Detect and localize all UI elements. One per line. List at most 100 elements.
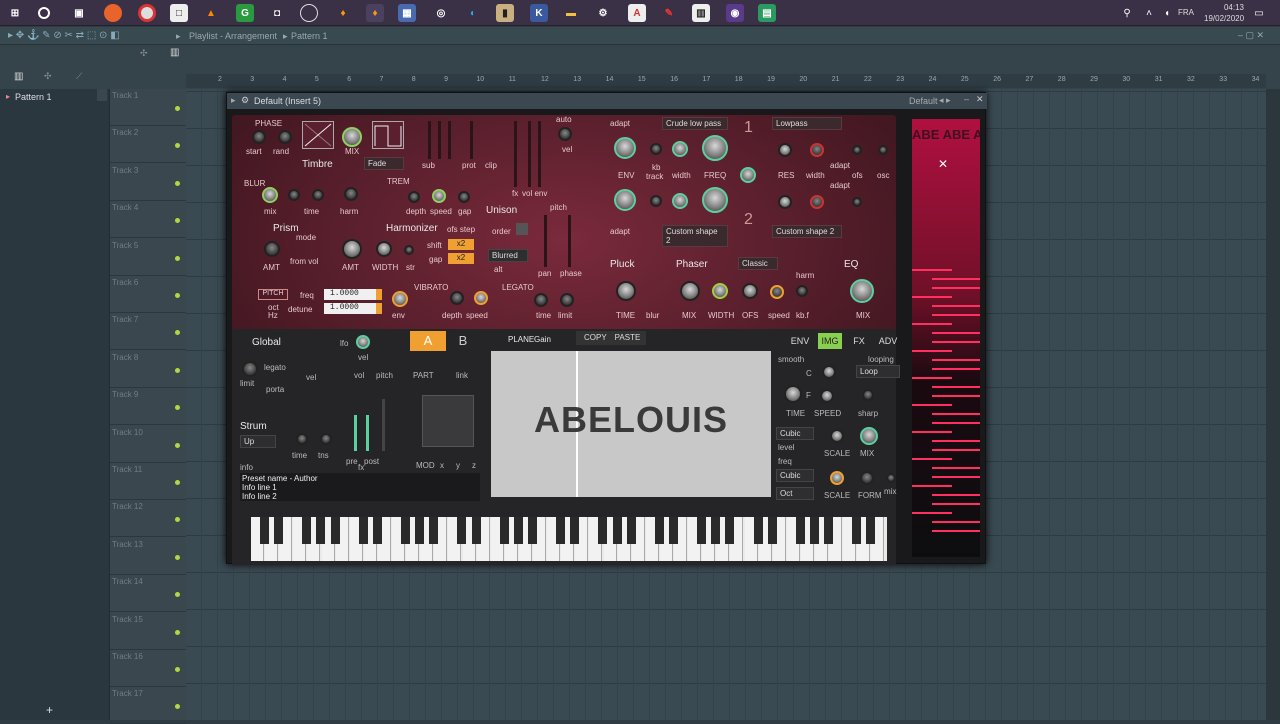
img-speed-knob[interactable] (820, 389, 834, 403)
app-icon-6[interactable]: ▮ (496, 4, 514, 22)
track-header[interactable]: Track 7 (110, 313, 186, 351)
eq-mix-knob[interactable] (850, 279, 874, 303)
filter-width-knob[interactable] (672, 141, 688, 157)
tab-env[interactable]: ENV (788, 333, 812, 349)
start-knob[interactable] (252, 130, 266, 144)
vibrato-depth-knob[interactable] (450, 291, 464, 305)
pre-fader[interactable] (354, 415, 357, 451)
black-key[interactable] (866, 517, 876, 544)
track-header[interactable]: Track 4 (110, 201, 186, 239)
prism-amt-knob[interactable] (264, 241, 280, 257)
track-led-icon[interactable] (175, 367, 180, 373)
camera-icon[interactable]: ◘ (268, 4, 286, 22)
blur-time-knob[interactable] (288, 189, 300, 201)
track-led-icon[interactable] (175, 704, 180, 710)
plugin-gear-icon[interactable]: ⚙ (241, 95, 249, 106)
black-key[interactable] (753, 517, 763, 544)
track-led-icon[interactable] (175, 554, 180, 560)
rand-knob[interactable] (278, 130, 292, 144)
phaser-kbf-knob[interactable] (796, 285, 808, 297)
app-icon-3[interactable] (300, 4, 318, 22)
shape-select-2[interactable]: Custom shape 2 (772, 225, 842, 238)
track-led-icon[interactable] (175, 330, 180, 336)
res-width-knob-2[interactable] (810, 195, 824, 209)
track-led-icon[interactable] (175, 405, 180, 411)
env-knob-2[interactable] (614, 189, 636, 211)
copy-button[interactable]: COPY (584, 333, 607, 342)
search-icon[interactable] (38, 7, 50, 19)
black-key[interactable] (316, 517, 326, 544)
waveform-display-1[interactable] (302, 121, 334, 149)
limit-knob[interactable] (242, 361, 258, 377)
scale-knob-1[interactable] (830, 429, 844, 443)
track-led-icon[interactable] (175, 667, 180, 672)
cubic-select-1[interactable]: Cubic (776, 427, 814, 440)
piano-keyboard[interactable] (251, 517, 887, 561)
track-header[interactable]: Track 2 (110, 126, 186, 164)
app-icon-7[interactable]: K (530, 4, 548, 22)
lfo-knob[interactable] (356, 335, 370, 349)
black-key[interactable] (795, 517, 805, 544)
black-key[interactable] (668, 517, 678, 544)
windows-start-icon[interactable]: ⊞ (6, 4, 24, 22)
strum-time-knob[interactable] (296, 433, 308, 445)
plugin-arrow-icon[interactable]: ▸ (231, 95, 236, 106)
fl-studio-active-icon[interactable]: ♦ (366, 4, 384, 22)
app-icon-9[interactable]: ✎ (660, 4, 678, 22)
black-key[interactable] (725, 517, 735, 544)
sharp-knob[interactable] (862, 389, 874, 401)
vol-env-fader-2[interactable] (538, 121, 541, 187)
freq-input[interactable]: 1.0000 (324, 289, 382, 300)
piano-roll-icon[interactable]: ▥ (14, 71, 23, 82)
pitch-env-knob[interactable] (392, 291, 408, 307)
scale-knob-2[interactable] (830, 471, 844, 485)
freq-knob[interactable] (702, 135, 728, 161)
tab-img[interactable]: IMG (818, 333, 842, 349)
vol-env-fader[interactable] (528, 121, 531, 187)
info-box[interactable]: Preset name - Author Info line 1 Info li… (240, 473, 480, 501)
black-key[interactable] (513, 517, 523, 544)
black-key[interactable] (711, 517, 721, 544)
notification-icon[interactable]: ▭ (1250, 4, 1268, 22)
res-width-knob[interactable] (810, 143, 824, 157)
pattern-selector[interactable]: Pattern 1 (291, 31, 328, 41)
gear-icon[interactable]: ⚙ (594, 4, 612, 22)
trem-depth-knob[interactable] (408, 191, 420, 203)
sub-fader-1[interactable] (428, 121, 431, 159)
track-led-icon[interactable] (175, 293, 180, 298)
xy-pad[interactable] (422, 395, 474, 447)
strum-direction-select[interactable]: Up (240, 435, 276, 448)
vibrato-speed-knob[interactable] (474, 291, 488, 305)
black-key[interactable] (852, 517, 862, 544)
black-key[interactable] (302, 517, 312, 544)
add-icon[interactable]: + (46, 703, 53, 717)
harmonizer-width-knob[interactable] (376, 241, 392, 257)
black-key[interactable] (274, 517, 284, 544)
app-icon-1[interactable]: □ (170, 4, 188, 22)
task-view-icon[interactable]: ▣ (70, 4, 88, 22)
black-key[interactable] (429, 517, 439, 544)
blur-knob-3[interactable] (312, 189, 324, 201)
harmonizer-amt-knob[interactable] (342, 239, 362, 259)
post-fader[interactable] (366, 415, 369, 451)
ofs-knob[interactable] (852, 145, 862, 155)
paste-button[interactable]: PASTE (615, 333, 641, 342)
env-knob[interactable] (614, 137, 636, 159)
track-header[interactable]: Track 15 (110, 613, 186, 650)
black-key[interactable] (457, 517, 467, 544)
firefox-icon[interactable] (104, 4, 122, 22)
black-key[interactable] (824, 517, 833, 544)
detune-input[interactable]: 1.0000 (324, 303, 382, 314)
track-led-icon[interactable] (175, 255, 180, 261)
ofs-knob-2[interactable] (852, 197, 862, 207)
track-header[interactable]: Track 17 (110, 687, 186, 724)
app-icon-12[interactable]: ▤ (758, 4, 776, 22)
res-knob-2[interactable] (778, 195, 792, 209)
lowpass-select[interactable]: Lowpass (772, 117, 842, 130)
app-icon-8[interactable]: A (628, 4, 646, 22)
black-key[interactable] (260, 517, 269, 544)
black-key[interactable] (401, 517, 410, 544)
black-key[interactable] (654, 517, 664, 544)
smooth-c-knob[interactable] (822, 365, 836, 379)
preset-name[interactable]: Default (909, 96, 938, 106)
